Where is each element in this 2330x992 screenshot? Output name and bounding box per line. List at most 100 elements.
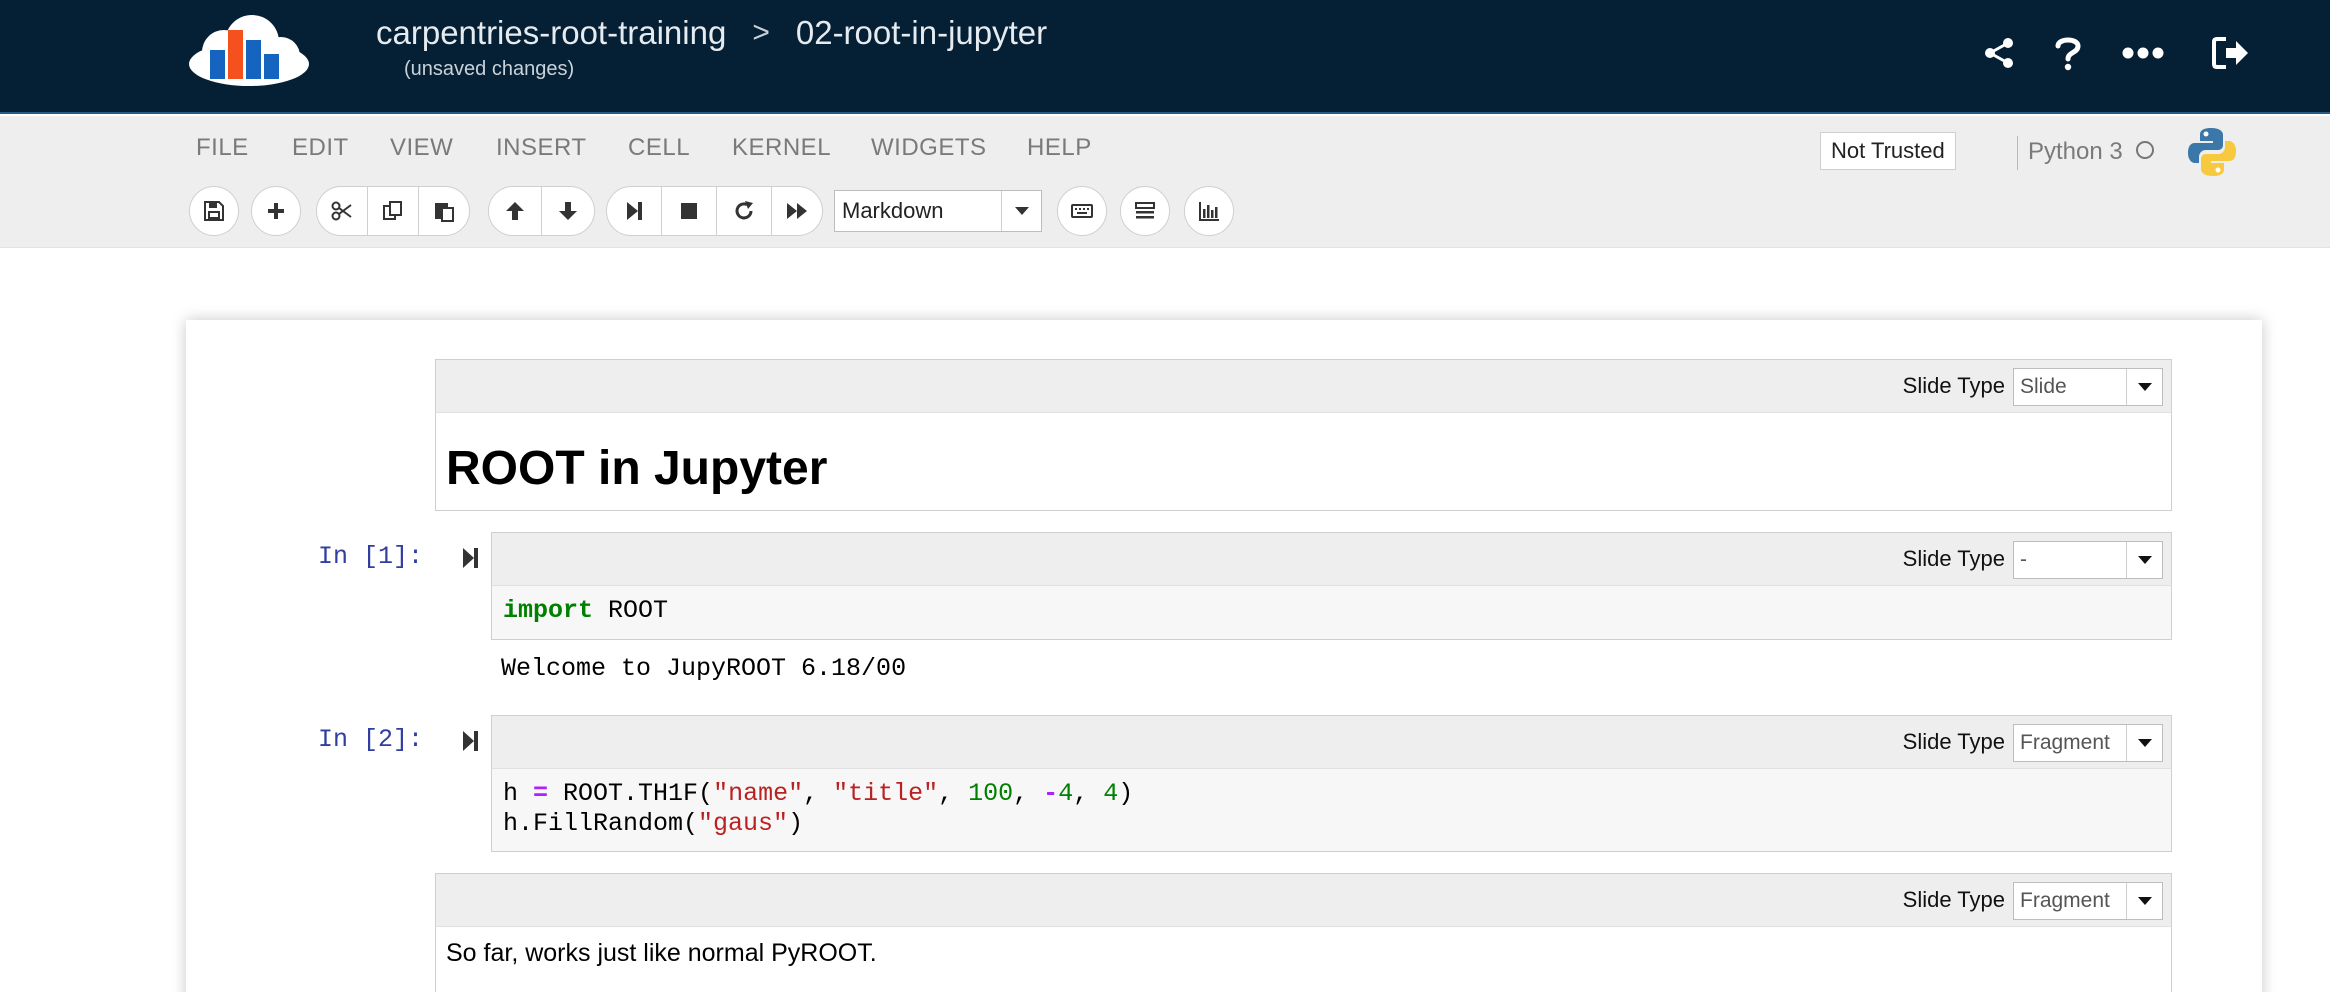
- code-punct: ,: [1073, 779, 1104, 808]
- menu-edit[interactable]: EDIT: [292, 134, 390, 162]
- code-cell-input[interactable]: import ROOT: [491, 586, 2172, 640]
- save-status: (unsaved changes): [404, 58, 575, 80]
- cut-button[interactable]: [316, 186, 368, 236]
- menubar: FILE EDIT VIEW INSERT CELL KERNEL WIDGET…: [0, 116, 2330, 248]
- menu-view[interactable]: VIEW: [390, 134, 496, 162]
- code-punct: ): [788, 809, 804, 838]
- code-string: "name": [713, 779, 804, 808]
- logout-icon[interactable]: [2208, 30, 2254, 76]
- chevron-down-icon: [2126, 725, 2162, 761]
- kernel-name: Python 3: [2028, 138, 2123, 165]
- slide-type-value: Slide: [2020, 375, 2067, 398]
- cloud-logo-icon[interactable]: [186, 12, 312, 88]
- slide-type-value: Fragment: [2020, 731, 2110, 754]
- plus-icon: [268, 203, 284, 219]
- code-punct: ,: [1013, 779, 1044, 808]
- more-icon[interactable]: [2120, 30, 2166, 76]
- slide-type-label: Slide Type: [1902, 729, 2005, 754]
- list-icon: [1135, 202, 1155, 219]
- code-line-1: h = ROOT.TH1F("name", "title", 100, -4, …: [503, 779, 2160, 809]
- insert-cell-button[interactable]: [251, 186, 301, 236]
- help-icon[interactable]: [2045, 30, 2091, 76]
- cut-icon: [331, 201, 352, 221]
- code-var: h: [503, 779, 534, 808]
- notebook-container: Slide Type Slide ROOT in Jupyter In [1]:…: [186, 320, 2262, 992]
- breadcrumb: carpentries-root-training > 02-root-in-j…: [376, 12, 1047, 54]
- slide-type-toolbar: Slide Type Slide: [435, 359, 2172, 413]
- menu-widgets[interactable]: WIDGETS: [871, 134, 1027, 162]
- slide-type-toolbar: Slide Type -: [491, 532, 2172, 586]
- restart-button[interactable]: [716, 186, 772, 236]
- slide-type-value: -: [2020, 548, 2027, 571]
- keyboard-icon: [1071, 204, 1093, 218]
- paste-icon: [435, 203, 454, 222]
- step-forward-icon: [627, 202, 642, 220]
- cell-paragraph: So far, works just like normal PyROOT.: [446, 939, 877, 967]
- notebook-folder-link[interactable]: carpentries-root-training: [376, 14, 726, 52]
- restart-run-all-button[interactable]: [771, 186, 823, 236]
- interrupt-button[interactable]: [661, 186, 717, 236]
- move-down-button[interactable]: [541, 186, 595, 236]
- chevron-down-icon: [1001, 191, 1041, 231]
- slide-type-select[interactable]: -: [2013, 541, 2163, 579]
- code-keyword: import: [503, 596, 594, 625]
- code-punct: ): [1118, 779, 1134, 808]
- cell-output: Welcome to JupyROOT 6.18/00: [501, 654, 907, 683]
- menu-file[interactable]: FILE: [196, 134, 292, 162]
- cell-type-value: Markdown: [842, 198, 944, 223]
- code-number: 4: [1058, 779, 1074, 808]
- restart-icon: [735, 201, 753, 220]
- chevron-down-icon: [2126, 883, 2162, 919]
- menu-cell[interactable]: CELL: [628, 134, 732, 162]
- code-text: ROOT: [593, 596, 669, 625]
- chevron-down-icon: [2126, 369, 2162, 405]
- chart-button[interactable]: [1184, 186, 1234, 236]
- code-call: h.FillRandom(: [503, 809, 699, 838]
- slide-type-label: Slide Type: [1902, 373, 2005, 398]
- slide-type-select[interactable]: Fragment: [2013, 882, 2163, 920]
- main-menu: FILE EDIT VIEW INSERT CELL KERNEL WIDGET…: [196, 134, 1107, 162]
- bar-chart-icon: [1199, 202, 1219, 221]
- code-line-2: h.FillRandom("gaus"): [503, 809, 2160, 839]
- input-prompt: In [1]:: [318, 542, 424, 571]
- code-operator: -: [1043, 779, 1059, 808]
- code-cell-input[interactable]: h = ROOT.TH1F("name", "title", 100, -4, …: [491, 769, 2172, 852]
- cell-toolbar-button[interactable]: [1120, 186, 1170, 236]
- code-number: 4: [1103, 779, 1119, 808]
- breadcrumb-separator: >: [752, 16, 770, 49]
- code-call: ROOT.TH1F(: [548, 779, 714, 808]
- code-number: 100: [968, 779, 1014, 808]
- fast-forward-icon: [787, 203, 807, 219]
- menu-insert[interactable]: INSERT: [496, 134, 628, 162]
- arrow-up-icon: [506, 202, 524, 220]
- top-header: carpentries-root-training > 02-root-in-j…: [0, 0, 2330, 114]
- code-punct: ,: [803, 779, 834, 808]
- chevron-down-icon: [2126, 542, 2162, 578]
- cell-heading: ROOT in Jupyter: [446, 442, 828, 495]
- command-palette-button[interactable]: [1057, 186, 1107, 236]
- move-up-button[interactable]: [488, 186, 542, 236]
- trust-status-button[interactable]: Not Trusted: [1820, 132, 1956, 170]
- share-icon[interactable]: [1976, 30, 2022, 76]
- save-button[interactable]: [189, 186, 239, 236]
- arrow-down-icon: [559, 202, 577, 220]
- run-button[interactable]: [606, 186, 662, 236]
- slide-type-value: Fragment: [2020, 889, 2110, 912]
- code-operator: =: [533, 779, 549, 808]
- python-logo-icon: [2188, 128, 2236, 176]
- slide-type-toolbar: Slide Type Fragment: [491, 715, 2172, 769]
- menu-help[interactable]: HELP: [1027, 134, 1107, 162]
- slide-type-select[interactable]: Slide: [2013, 368, 2163, 406]
- run-cell-icon[interactable]: [460, 544, 482, 572]
- slide-type-toolbar: Slide Type Fragment: [435, 873, 2172, 927]
- menu-kernel[interactable]: KERNEL: [732, 134, 871, 162]
- input-prompt: In [2]:: [318, 725, 424, 754]
- slide-type-select[interactable]: Fragment: [2013, 724, 2163, 762]
- paste-button[interactable]: [418, 186, 470, 236]
- markdown-cell[interactable]: So far, works just like normal PyROOT.: [435, 927, 2172, 992]
- markdown-cell[interactable]: ROOT in Jupyter: [435, 413, 2172, 511]
- cell-type-select[interactable]: Markdown: [834, 190, 1042, 232]
- copy-button[interactable]: [367, 186, 419, 236]
- run-cell-icon[interactable]: [460, 727, 482, 755]
- notebook-title[interactable]: 02-root-in-jupyter: [796, 14, 1047, 52]
